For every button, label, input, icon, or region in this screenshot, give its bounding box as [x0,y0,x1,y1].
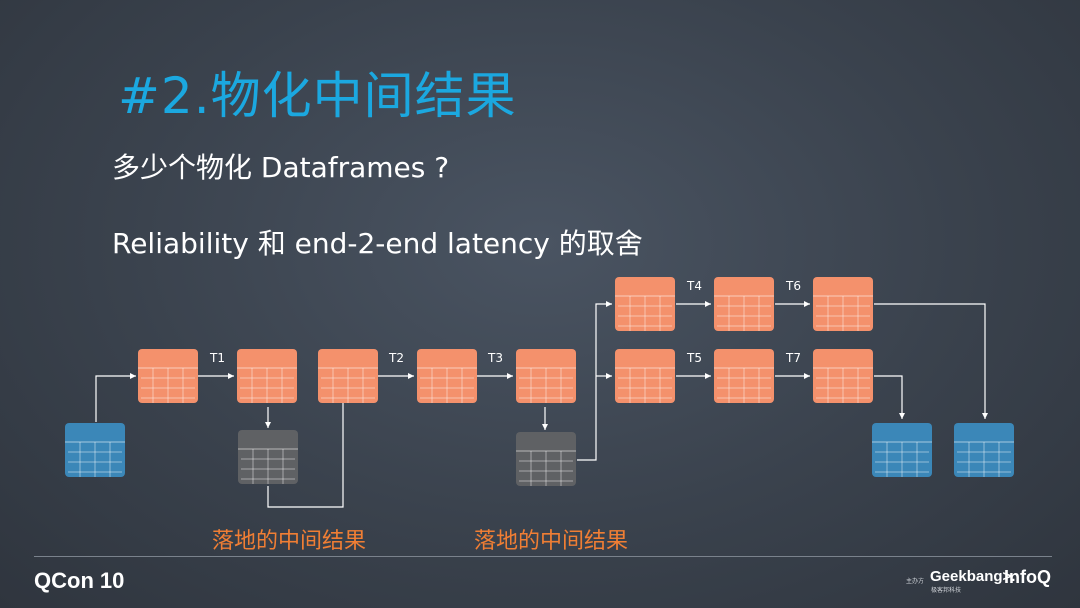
dataframe-table-icon [812,277,874,332]
edge-label-t5: T5 [686,351,702,365]
dataframe-table-icon [317,349,379,404]
pipeline-diagram: T1 T2 T3 T4 T5 T6 T7 [64,277,1015,508]
dataframe-table-icon [713,277,775,332]
dataframe-table-icon [812,349,874,404]
dataframe-table-icon [416,349,478,404]
edge-label-t7: T7 [785,351,801,365]
dataframe-table-icon [614,349,676,404]
dataframe-table-icon [515,349,577,404]
infoq-logo: InfoQ [1004,567,1051,587]
persisted-table-icon [237,430,299,485]
qcon-ten-badge: 10 [99,568,125,593]
edge-label-t2: T2 [388,351,404,365]
persisted-caption-2: 落地的中间结果 [474,529,629,554]
persisted-caption-1: 落地的中间结果 [212,529,367,554]
edge-label-t4: T4 [686,279,702,293]
dataframe-table-icon [236,349,298,404]
dataframe-table-icon [137,349,199,404]
geekbang-subtitle: 极客邦科技 [931,587,962,594]
dataframe-table-icon [713,349,775,404]
edge-label-t3: T3 [487,351,503,365]
source-table-icon [64,423,126,478]
edge-label-t1: T1 [209,351,225,365]
organizer-label: 主办方 [906,578,925,585]
sink-table-icon [871,423,933,478]
dataframe-table-icon [614,277,676,332]
qcon-brand: QCon [34,568,94,593]
edge-label-t6: T6 [785,279,801,293]
geekbang-logo: Geekbang>. [930,568,1016,585]
footer-divider [34,556,1052,557]
persisted-table-icon [515,432,577,487]
sink-table-icon [953,423,1015,478]
qcon-logo: QCon 10 [34,568,124,594]
